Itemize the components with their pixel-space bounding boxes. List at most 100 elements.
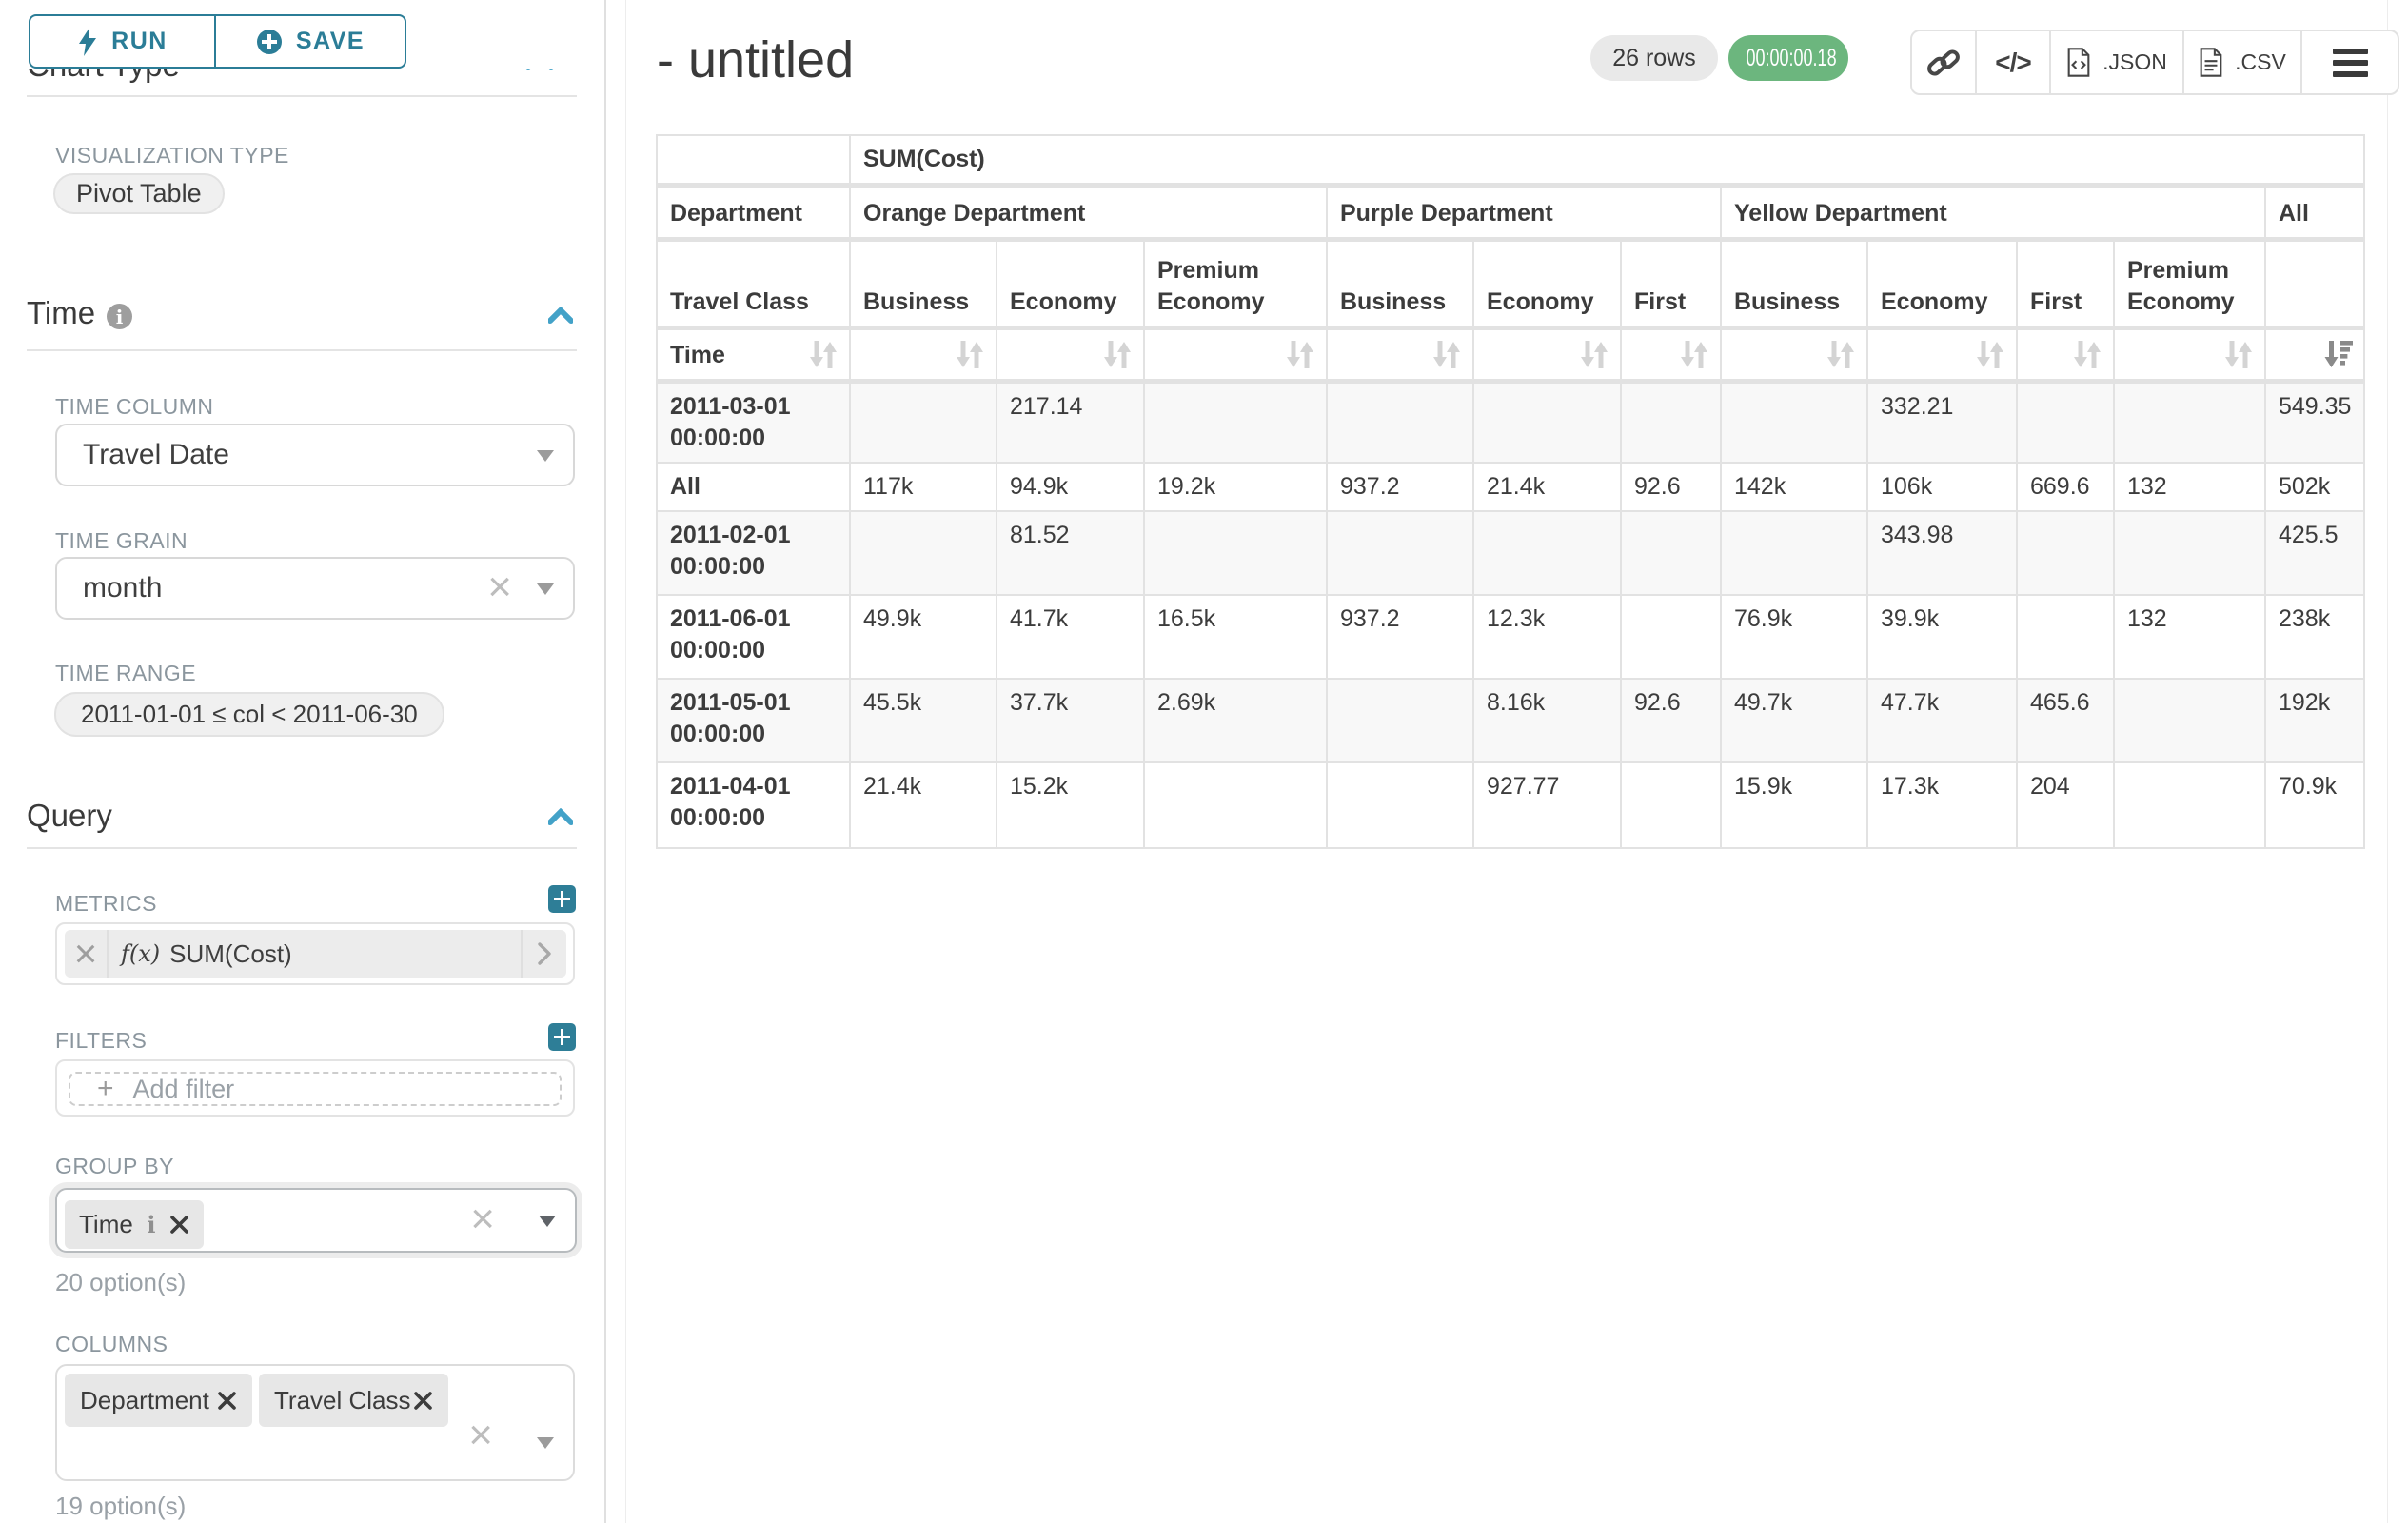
time-grain-select[interactable]: month × — [55, 557, 575, 620]
sort-icon[interactable] — [807, 340, 839, 369]
chip-label: Time — [79, 1210, 133, 1239]
time-range-chip[interactable]: 2011-01-01 ≤ col < 2011-06-30 — [54, 692, 444, 737]
pivot-sort-header[interactable] — [1144, 328, 1327, 382]
save-button[interactable]: SAVE — [215, 14, 406, 69]
chevron-up-icon[interactable] — [548, 307, 577, 326]
columns-select[interactable]: Department Travel Class × — [55, 1364, 575, 1481]
share-link-button[interactable] — [1912, 31, 1975, 93]
sort-icon[interactable] — [1825, 340, 1857, 369]
pivot-cell: 70.9k — [2265, 762, 2364, 848]
sort-icon[interactable] — [1101, 340, 1134, 369]
pivot-row-dimension-header[interactable]: Time — [657, 328, 850, 382]
pivot-cell — [2114, 511, 2265, 595]
columns-chip[interactable]: Travel Class — [259, 1374, 448, 1427]
chart-title[interactable]: - untitled — [657, 34, 854, 86]
pivot-sort-header[interactable] — [2017, 328, 2114, 382]
time-column-select[interactable]: Travel Date — [55, 424, 575, 486]
time-range-label: TIME RANGE — [55, 661, 196, 686]
pivot-sort-header[interactable] — [1721, 328, 1867, 382]
sort-icon[interactable] — [1678, 340, 1710, 369]
time-grain-label: TIME GRAIN — [55, 528, 188, 554]
pivot-sort-header[interactable] — [1473, 328, 1621, 382]
pivot-cell — [1327, 762, 1473, 848]
pivot-cell: 41.7k — [997, 595, 1144, 679]
embed-code-button[interactable]: </> — [1975, 31, 2049, 93]
menu-button[interactable] — [2300, 31, 2398, 93]
pivot-cell — [1144, 762, 1327, 848]
pivot-cell: 238k — [2265, 595, 2364, 679]
pivot-sort-header[interactable] — [997, 328, 1144, 382]
pivot-cell: 204 — [2017, 762, 2114, 848]
chart-action-buttons: </> .JSON .CSV — [1910, 30, 2399, 95]
add-filter-label: Add filter — [133, 1075, 235, 1104]
pivot-metric-header: SUM(Cost) — [850, 135, 2364, 186]
pivot-cell — [1144, 382, 1327, 464]
pivot-cell — [850, 511, 997, 595]
sort-icon[interactable] — [2071, 340, 2103, 369]
run-button[interactable]: RUN — [29, 14, 215, 69]
add-metric-button[interactable] — [548, 885, 576, 913]
pivot-cell: 332.21 — [1867, 382, 2017, 464]
group-by-chip[interactable]: Time i — [65, 1200, 204, 1249]
chip-remove-icon[interactable] — [413, 1391, 433, 1411]
page-edge-line — [2387, 0, 2388, 1523]
caret-down-icon[interactable] — [539, 1216, 556, 1227]
code-icon: </> — [1995, 48, 2030, 78]
caret-down-icon[interactable] — [537, 1437, 554, 1449]
sort-icon[interactable] — [1578, 340, 1610, 369]
expand-metric-icon[interactable] — [521, 930, 566, 978]
sort-icon[interactable] — [2222, 340, 2255, 369]
pivot-cell: 106k — [1867, 463, 2017, 511]
sort-icon[interactable] — [1974, 340, 2006, 369]
pivot-sort-header[interactable] — [850, 328, 997, 382]
pivot-sort-header[interactable] — [2114, 328, 2265, 382]
pivot-cell — [1327, 511, 1473, 595]
pivot-cell — [2114, 762, 2265, 848]
add-filter-plus-button[interactable] — [548, 1023, 576, 1051]
pivot-cell — [2017, 595, 2114, 679]
pivot-row-header: 2011-03-01 00:00:00 — [657, 382, 850, 464]
pivot-sort-header[interactable] — [1621, 328, 1721, 382]
metric-chip[interactable]: × f(x) SUM(Cost) — [65, 930, 566, 978]
pivot-cell: 2.69k — [1144, 679, 1327, 762]
pivot-corner-cell — [657, 135, 850, 186]
sort-icon[interactable] — [1284, 340, 1316, 369]
plus-circle-icon — [256, 29, 283, 55]
sort-icon[interactable] — [954, 340, 986, 369]
add-filter-button[interactable]: + Add filter — [69, 1072, 562, 1106]
divider — [27, 847, 577, 849]
chip-remove-icon[interactable] — [169, 1215, 189, 1235]
pivot-travel-class-header: Business — [1721, 240, 1867, 328]
sort-desc-icon[interactable] — [2322, 340, 2354, 369]
info-icon[interactable]: i — [107, 304, 132, 329]
plus-icon: + — [97, 1075, 114, 1103]
pivot-sort-header-active[interactable] — [2265, 328, 2364, 382]
chip-remove-icon[interactable] — [217, 1391, 237, 1411]
clear-icon[interactable]: × — [468, 1414, 493, 1456]
export-json-button[interactable]: .JSON — [2049, 31, 2182, 93]
section-title-query: Query — [27, 798, 112, 834]
pivot-cell: 927.77 — [1473, 762, 1621, 848]
time-column-label: TIME COLUMN — [55, 394, 214, 420]
chevron-up-icon[interactable] — [548, 808, 577, 827]
columns-chip[interactable]: Department — [65, 1374, 252, 1427]
group-by-select[interactable]: Time i × — [55, 1188, 577, 1253]
pivot-cell: 19.2k — [1144, 463, 1327, 511]
clear-icon[interactable]: × — [487, 566, 512, 608]
visualization-type-chip[interactable]: Pivot Table — [53, 173, 225, 214]
pivot-row-header: 2011-02-01 00:00:00 — [657, 511, 850, 595]
clear-icon[interactable]: × — [470, 1198, 495, 1240]
pivot-department-header: Purple Department — [1327, 186, 1721, 240]
chip-info-icon[interactable]: i — [147, 1211, 155, 1238]
sort-icon[interactable] — [1431, 340, 1463, 369]
pivot-travel-class-header: Economy — [1867, 240, 2017, 328]
pivot-cell: 76.9k — [1721, 595, 1867, 679]
pivot-cell — [1721, 511, 1867, 595]
pivot-cell — [1621, 762, 1721, 848]
pivot-sort-header[interactable] — [1867, 328, 2017, 382]
pivot-cell — [1473, 511, 1621, 595]
export-csv-button[interactable]: .CSV — [2182, 31, 2300, 93]
pivot-cell — [1721, 382, 1867, 464]
pivot-sort-header[interactable] — [1327, 328, 1473, 382]
remove-metric-icon[interactable]: × — [65, 930, 109, 978]
